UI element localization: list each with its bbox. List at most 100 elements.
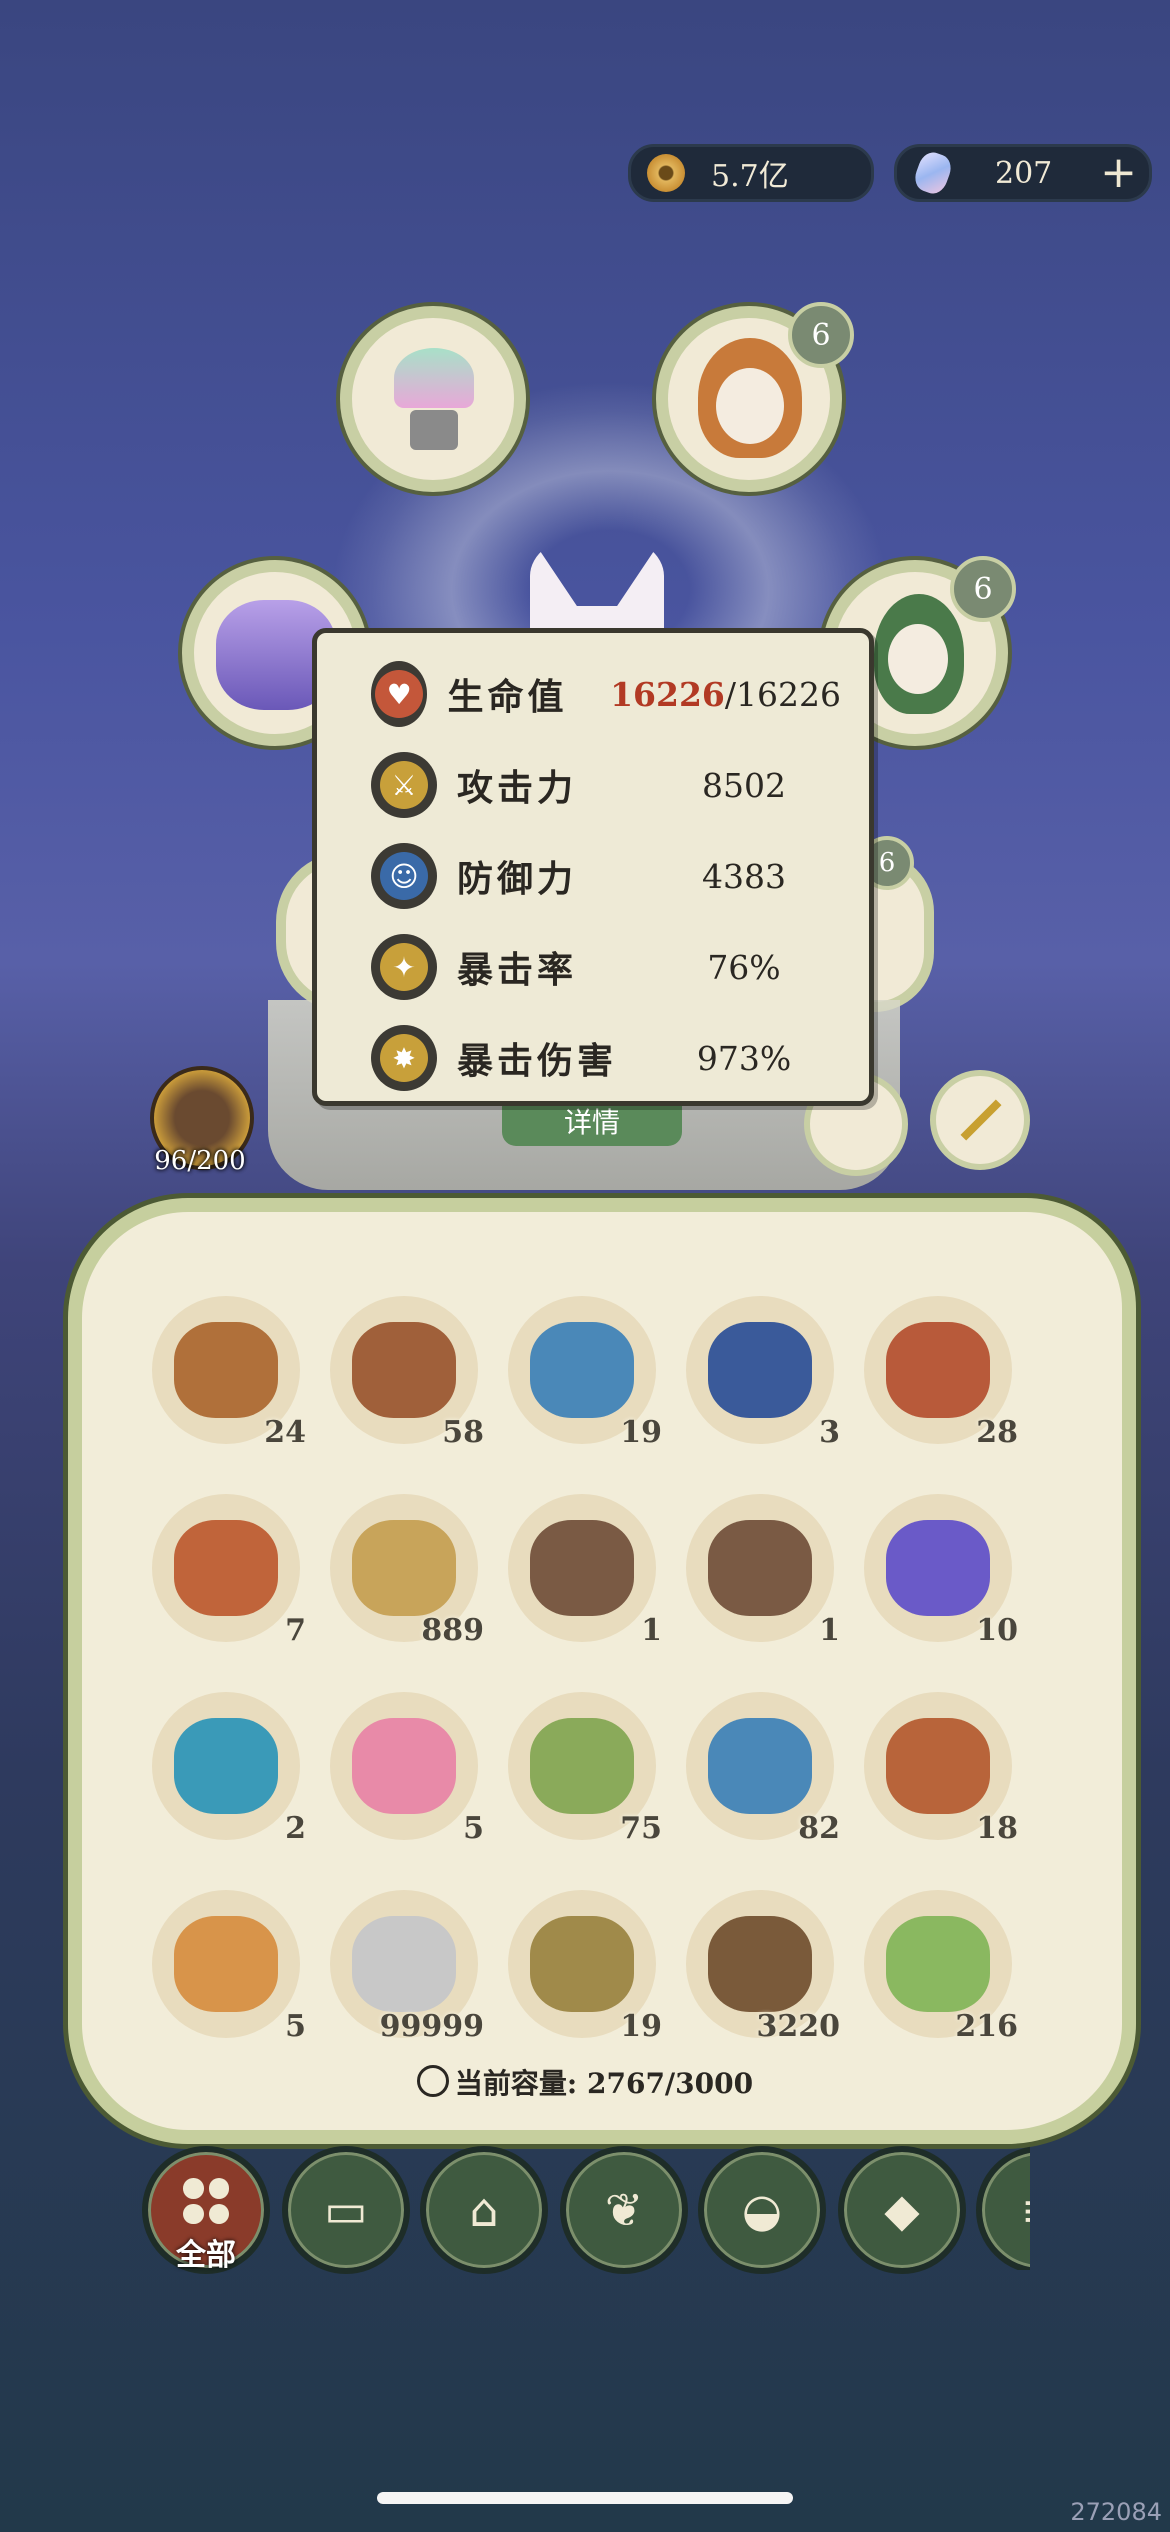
stat-value: 973%	[696, 1038, 792, 1078]
item-icon	[530, 1916, 634, 2012]
crystal-icon: ◆	[884, 2183, 920, 2237]
item-count: 1	[819, 1613, 840, 1648]
item-icon	[352, 1520, 456, 1616]
inventory-slot[interactable]: 18	[864, 1692, 1018, 1846]
stats-tooltip: ♥ 生命值 16226/16226 ⚔ 攻击力 8502 ☺ 防御力 4383 …	[312, 628, 874, 1106]
monster-counter: 96/200	[154, 1146, 246, 1176]
tab-scroll[interactable]: ≡	[976, 2146, 1030, 2270]
tab-scroll-clip: ≡	[976, 2140, 1030, 2270]
item-count: 216	[955, 2009, 1018, 2044]
item-icon	[530, 1520, 634, 1616]
scroll-icon: ≡	[1021, 2183, 1030, 2237]
stat-value: 8502	[702, 765, 786, 805]
item-icon	[708, 1916, 812, 2012]
inventory-slot[interactable]: 216	[864, 1890, 1018, 2044]
item-icon	[174, 1916, 278, 2012]
item-icon	[708, 1322, 812, 1418]
inventory-slot[interactable]: 1	[686, 1494, 840, 1648]
shield-figure-icon: ☺	[371, 843, 437, 909]
item-count: 5	[463, 1811, 484, 1846]
stat-value: 4383	[702, 856, 786, 896]
inventory-slot[interactable]: 58	[330, 1296, 484, 1450]
item-icon	[708, 1718, 812, 1814]
item-icon	[886, 1916, 990, 2012]
portrait-lotus[interactable]	[340, 306, 526, 492]
bamboo-icon[interactable]	[930, 1070, 1030, 1170]
item-icon	[174, 1322, 278, 1418]
crit-rate-icon: ✦	[371, 934, 437, 1000]
watermark: 272084	[1070, 2498, 1162, 2526]
item-icon	[174, 1718, 278, 1814]
tab-building[interactable]: ⌂	[420, 2146, 548, 2274]
inventory-slot[interactable]: 2	[152, 1692, 306, 1846]
gem-balance: 207 +	[894, 144, 1152, 202]
stat-value: 16226/16226	[610, 674, 841, 714]
item-icon	[530, 1322, 634, 1418]
item-icon	[352, 1322, 456, 1418]
tab-material[interactable]: ◆	[838, 2146, 966, 2274]
stat-row-crit-damage: ✸ 暴击伤害 973%	[371, 1023, 841, 1093]
tab-food[interactable]: ◒	[698, 2146, 826, 2274]
item-icon	[886, 1718, 990, 1814]
item-count: 889	[421, 1613, 484, 1648]
stat-label: 暴击率	[457, 949, 578, 991]
gem-icon	[911, 148, 955, 198]
capacity-indicator: 当前容量: 2767/3000	[0, 2062, 1170, 2102]
sword-icon: ⚔	[371, 752, 437, 818]
item-count: 7	[285, 1613, 306, 1648]
inventory-slot[interactable]: 3	[686, 1296, 840, 1450]
item-count: 3	[819, 1415, 840, 1450]
inventory-slot[interactable]: 3220	[686, 1890, 840, 2044]
item-icon	[708, 1520, 812, 1616]
inventory-slot[interactable]: 1	[508, 1494, 662, 1648]
rice-bowl-icon: ◒	[741, 2183, 783, 2237]
crit-damage-icon: ✸	[371, 1025, 437, 1091]
lotus-icon	[394, 348, 474, 408]
inventory-slot[interactable]: 24	[152, 1296, 306, 1450]
stat-row-hp: ♥ 生命值 16226/16226	[371, 659, 841, 729]
gem-amount: 207	[995, 155, 1053, 191]
item-icon	[886, 1322, 990, 1418]
details-button[interactable]: 详情	[502, 1104, 682, 1146]
inventory-slot[interactable]: 889	[330, 1494, 484, 1648]
tab-all[interactable]: 全部	[142, 2146, 270, 2274]
level-badge: 6	[950, 556, 1016, 622]
home-indicator[interactable]	[377, 2492, 793, 2504]
bag-icon	[416, 2065, 449, 2097]
item-count: 10	[976, 1613, 1018, 1648]
inventory-slot[interactable]: 82	[686, 1692, 840, 1846]
inventory-slot[interactable]: 28	[864, 1296, 1018, 1450]
stat-row-crit-rate: ✦ 暴击率 76%	[371, 932, 841, 1002]
item-count: 24	[264, 1415, 306, 1450]
inventory-slot[interactable]: 19	[508, 1296, 662, 1450]
stat-row-defense: ☺ 防御力 4383	[371, 841, 841, 911]
coin-icon	[647, 154, 685, 192]
level-badge: 6	[788, 302, 854, 368]
stat-label: 防御力	[457, 858, 578, 900]
item-count: 3220	[756, 2009, 841, 2044]
heart-icon: ♥	[371, 661, 428, 727]
stat-label: 生命值	[447, 676, 568, 718]
item-count: 19	[620, 1415, 662, 1450]
inventory-slot[interactable]: 7	[152, 1494, 306, 1648]
inventory-slot[interactable]: 10	[864, 1494, 1018, 1648]
item-count: 18	[976, 1811, 1018, 1846]
item-count: 19	[620, 2009, 662, 2044]
inventory-slot[interactable]: 99999	[330, 1890, 484, 2044]
item-icon	[352, 1916, 456, 2012]
tab-label: 全部	[176, 2238, 236, 2273]
inventory-slot[interactable]: 5	[152, 1890, 306, 2044]
house-icon: ⌂	[469, 2183, 499, 2237]
item-count: 5	[285, 2009, 306, 2044]
coin-balance: 5.7亿	[628, 144, 874, 202]
item-icon	[530, 1718, 634, 1814]
inventory-slot[interactable]: 19	[508, 1890, 662, 2044]
stat-label: 攻击力	[457, 767, 578, 809]
log-icon: ▭	[324, 2183, 368, 2237]
tab-wood[interactable]: ▭	[282, 2146, 410, 2274]
tab-herb[interactable]: ❦	[560, 2146, 688, 2274]
add-gems-button[interactable]: +	[1100, 151, 1137, 195]
inventory-slot[interactable]: 5	[330, 1692, 484, 1846]
capacity-text: 当前容量: 2767/3000	[454, 2067, 754, 2100]
inventory-slot[interactable]: 75	[508, 1692, 662, 1846]
